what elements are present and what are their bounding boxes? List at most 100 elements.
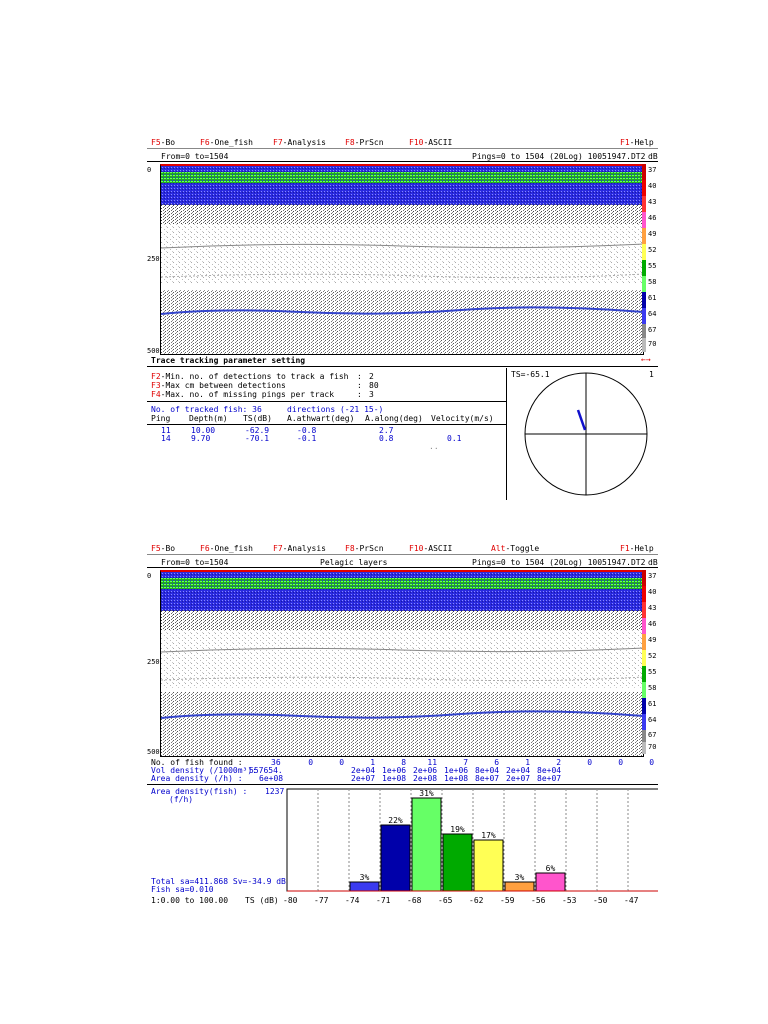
echogram-header: From=0 to=1504 Pelagic layers Pings=0 to… xyxy=(147,556,658,568)
param-max-cm[interactable]: F3-Max cm between detections xyxy=(151,381,286,390)
bar-value-label: 3% xyxy=(515,873,525,882)
x-tick-label: -59 xyxy=(500,896,515,905)
stats-panel: No. of fish found : Vol density (/1000m³… xyxy=(147,756,658,785)
function-key-bar: F5-Bo F6-One_fish F7-Analysis F8-PrScn F… xyxy=(147,542,658,555)
area-density-cell: 1e+08 xyxy=(382,774,407,783)
scale-label: 58 xyxy=(648,278,657,286)
f6-key[interactable]: F6-One_fish xyxy=(200,544,253,553)
bottom-screen: F5-Bo F6-One_fish F7-Analysis F8-PrScn F… xyxy=(147,542,658,907)
direction-compass xyxy=(524,372,648,496)
f8-key[interactable]: F8-PrScn xyxy=(345,544,384,553)
color-scale: 37 40 43 46 49 52 55 58 61 64 67 70 xyxy=(642,570,658,754)
f8-key[interactable]: F8-PrScn xyxy=(345,138,384,147)
scale-label: 49 xyxy=(648,230,657,238)
f10-key[interactable]: F10-ASCII xyxy=(409,544,452,553)
x-tick-label: -71 xyxy=(376,896,391,905)
f5-key[interactable]: F5-Bo xyxy=(151,544,175,553)
scale-label: 55 xyxy=(648,668,657,676)
area-density-cell: 2e+07 xyxy=(351,774,376,783)
tracked-count: No. of tracked fish: 36 xyxy=(151,405,262,414)
unit-label: dB xyxy=(648,152,658,161)
area-density-cell: 8e+07 xyxy=(475,774,500,783)
params-panel: F2-Min. no. of detections to track a fis… xyxy=(147,368,506,500)
ts-compass-panel: TS=-65.1 1 xyxy=(506,368,659,500)
histogram-bar[interactable] xyxy=(504,881,535,892)
file-info: Pings=0 to 1504 (20Log) 10051947.DT2 xyxy=(472,558,646,567)
bar-value-label: 17% xyxy=(481,831,496,840)
f5-key[interactable]: F5-Bo xyxy=(151,138,175,147)
scale-label: 46 xyxy=(648,620,657,628)
param-value[interactable]: 3 xyxy=(369,390,374,399)
panel-title-bar: Trace tracking parameter setting ←→ xyxy=(147,354,658,367)
alt-toggle-key[interactable]: Alt-Toggle xyxy=(491,544,539,553)
x-tick-label: -56 xyxy=(531,896,546,905)
area-density-cell: 8e+07 xyxy=(537,774,562,783)
scale-label: 37 xyxy=(648,166,657,174)
file-info: Pings=0 to 1504 (20Log) 10051947.DT2 xyxy=(472,152,646,161)
bar-value-label: 3% xyxy=(360,873,370,882)
f6-key[interactable]: F6-One_fish xyxy=(200,138,253,147)
function-key-bar: F5-Bo F6-One_fish F7-Analysis F8-PrScn F… xyxy=(147,136,658,149)
fish-count-cell: 0 xyxy=(587,758,593,767)
histogram-bar[interactable] xyxy=(442,833,473,892)
histogram-bar[interactable] xyxy=(349,881,380,892)
echogram[interactable] xyxy=(160,164,644,355)
scale-label: 40 xyxy=(648,588,657,596)
x-tick-label: -47 xyxy=(624,896,639,905)
histogram-bar[interactable] xyxy=(411,797,442,892)
area-density-cell: 2e+07 xyxy=(506,774,531,783)
arrow-icons[interactable]: ←→ xyxy=(641,355,651,364)
scale-label: 49 xyxy=(648,636,657,644)
depth-tick-500: 500 xyxy=(147,748,160,756)
scale-label: 52 xyxy=(648,246,657,254)
echogram-svg xyxy=(161,572,643,756)
area-density-total: 6e+08 xyxy=(259,774,284,783)
depth-tick-0: 0 xyxy=(147,166,152,174)
unit-label: dB xyxy=(648,558,658,567)
depth-tick-0: 0 xyxy=(147,572,152,580)
f1-key[interactable]: F1-Help xyxy=(620,138,654,147)
f1-key[interactable]: F1-Help xyxy=(620,544,654,553)
col-athwart: A.athwart(deg) xyxy=(287,414,355,423)
scale-label: 52 xyxy=(648,652,657,660)
param-value[interactable]: 80 xyxy=(369,381,379,390)
col-ping: Ping xyxy=(151,414,171,423)
fish-count-cell: 0 xyxy=(339,758,345,767)
bar-value-label: 31% xyxy=(419,789,434,798)
histogram-panel: Area density(fish) : 1237 (f/h) Total sa… xyxy=(147,785,658,907)
scale-label: 61 xyxy=(648,294,657,302)
f7-key[interactable]: F7-Analysis xyxy=(273,544,326,553)
x-tick-label: -74 xyxy=(345,896,360,905)
histogram-bar[interactable] xyxy=(473,839,504,892)
color-scale: 37 40 43 46 49 52 55 58 61 64 67 70 xyxy=(642,164,658,352)
bar-value-label: 22% xyxy=(388,816,403,825)
histogram-bar[interactable] xyxy=(535,872,566,892)
scale-label: 67 xyxy=(648,731,657,739)
param-value[interactable]: 2 xyxy=(369,372,374,381)
ts-histogram[interactable]: 3% 22% 31% 19% 17% 3% 6% xyxy=(147,785,658,907)
x-tick-label: -62 xyxy=(469,896,484,905)
ping-range: From=0 to=1504 xyxy=(161,152,229,161)
scale-label: 67 xyxy=(648,326,657,334)
scale-label: 70 xyxy=(648,743,657,751)
x-tick-label: -77 xyxy=(314,896,329,905)
scale-label: 55 xyxy=(648,262,657,270)
x-tick-label: -50 xyxy=(593,896,608,905)
col-depth: Depth(m) xyxy=(189,414,228,423)
scale-label: 46 xyxy=(648,214,657,222)
echogram[interactable] xyxy=(160,570,644,757)
col-along: A.along(deg) xyxy=(365,414,423,423)
f10-key[interactable]: F10-ASCII xyxy=(409,138,452,147)
scale-label: 70 xyxy=(648,340,657,348)
fish-count-cell: 0 xyxy=(308,758,314,767)
x-tick-label: -68 xyxy=(407,896,422,905)
x-tick-label: -80 xyxy=(283,896,298,905)
x-tick-label: -65 xyxy=(438,896,453,905)
param-min-detections[interactable]: F2-Min. no. of detections to track a fis… xyxy=(151,372,348,381)
histogram-bar[interactable] xyxy=(380,824,411,892)
echogram-header: From=0 to=1504 Pings=0 to 1504 (20Log) 1… xyxy=(147,150,658,162)
scale-label: 64 xyxy=(648,310,657,318)
f7-key[interactable]: F7-Analysis xyxy=(273,138,326,147)
panel-title: Trace tracking parameter setting xyxy=(151,356,306,365)
param-missing-pings[interactable]: F4-Max. no. of missing pings per track xyxy=(151,390,334,399)
